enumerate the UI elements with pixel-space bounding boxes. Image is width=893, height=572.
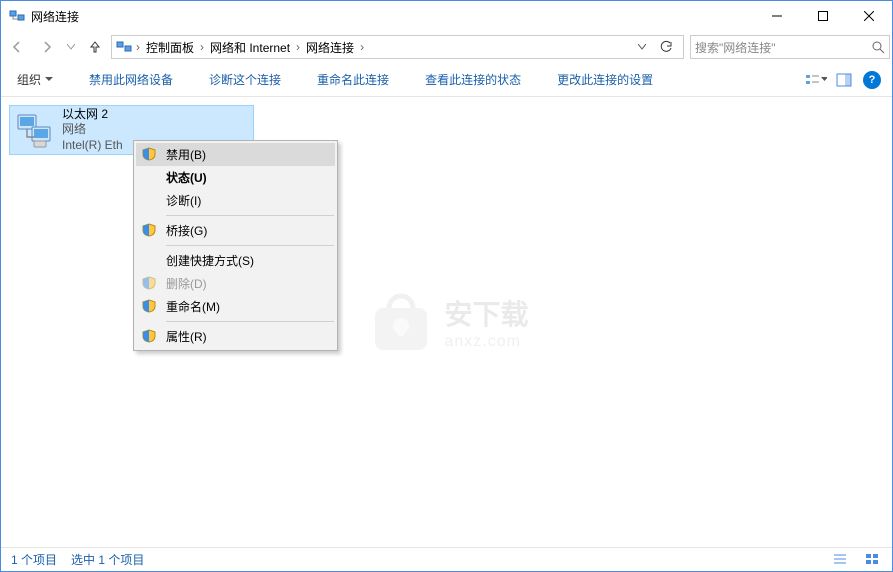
maximize-button[interactable] [800, 1, 846, 31]
forward-button[interactable] [33, 34, 61, 60]
ctx-shortcut[interactable]: 创建快捷方式(S) [136, 249, 335, 272]
view-status-button[interactable]: 查看此连接的状态 [417, 67, 529, 92]
window-title: 网络连接 [31, 8, 754, 25]
chevron-right-icon[interactable]: › [136, 40, 140, 54]
shield-icon [142, 299, 158, 315]
breadcrumb-3[interactable]: 网络连接 [304, 39, 356, 56]
location-icon [116, 39, 132, 55]
address-bar[interactable]: › 控制面板 › 网络和 Internet › 网络连接 › [111, 35, 684, 59]
back-button[interactable] [3, 34, 31, 60]
ctx-properties[interactable]: 属性(R) [136, 325, 335, 348]
change-settings-button[interactable]: 更改此连接的设置 [549, 67, 661, 92]
preview-pane-button[interactable] [832, 68, 856, 92]
breadcrumb-1[interactable]: 控制面板 [144, 39, 196, 56]
icons-view-button[interactable] [864, 553, 882, 567]
watermark: 安下载 anxz.com [364, 286, 528, 358]
selected-count: 选中 1 个项目 [71, 551, 144, 568]
separator [166, 321, 334, 322]
search-icon [871, 40, 885, 54]
adapter-icon [14, 109, 56, 151]
chevron-right-icon[interactable]: › [296, 40, 300, 54]
chevron-right-icon[interactable]: › [360, 40, 364, 54]
organize-button[interactable]: 组织 [9, 67, 61, 92]
titlebar: 网络连接 [1, 1, 892, 31]
item-count: 1 个项目 [11, 551, 57, 568]
disable-device-button[interactable]: 禁用此网络设备 [81, 67, 181, 92]
diagnose-button[interactable]: 诊断这个连接 [201, 67, 289, 92]
window-controls [754, 1, 892, 31]
ctx-bridge[interactable]: 桥接(G) [136, 219, 335, 242]
app-icon [9, 8, 25, 24]
status-bar: 1 个项目 选中 1 个项目 [1, 547, 892, 571]
address-dropdown[interactable] [631, 37, 653, 57]
history-dropdown[interactable] [63, 34, 79, 60]
close-button[interactable] [846, 1, 892, 31]
adapter-status: 网络 [62, 122, 123, 138]
refresh-button[interactable] [655, 37, 677, 57]
ctx-status[interactable]: 状态(U) [136, 166, 335, 189]
separator [166, 245, 334, 246]
adapter-info: 以太网 2 网络 Intel(R) Eth [62, 107, 123, 154]
shield-icon [142, 329, 158, 345]
ctx-rename[interactable]: 重命名(M) [136, 295, 335, 318]
ctx-delete: 删除(D) [136, 272, 335, 295]
shield-icon [142, 276, 158, 292]
minimize-button[interactable] [754, 1, 800, 31]
details-view-button[interactable] [832, 553, 850, 567]
shield-icon [142, 147, 158, 163]
context-menu: 禁用(B) 状态(U) 诊断(I) 桥接(G) 创建快捷方式(S) 删除(D) … [133, 140, 338, 351]
view-options-button[interactable] [804, 68, 828, 92]
search-input[interactable]: 搜索"网络连接" [690, 35, 890, 59]
toolbar: 组织 禁用此网络设备 诊断这个连接 重命名此连接 查看此连接的状态 更改此连接的… [1, 63, 892, 97]
adapter-name: 以太网 2 [62, 107, 123, 123]
help-button[interactable]: ? [860, 68, 884, 92]
chevron-right-icon[interactable]: › [200, 40, 204, 54]
adapter-device: Intel(R) Eth [62, 138, 123, 154]
ctx-diagnose[interactable]: 诊断(I) [136, 189, 335, 212]
up-button[interactable] [81, 34, 109, 60]
address-row: › 控制面板 › 网络和 Internet › 网络连接 › 搜索"网络连接" [1, 31, 892, 63]
shield-icon [142, 223, 158, 239]
separator [166, 215, 334, 216]
breadcrumb-2[interactable]: 网络和 Internet [208, 39, 292, 56]
search-placeholder: 搜索"网络连接" [695, 39, 871, 56]
rename-button[interactable]: 重命名此连接 [309, 67, 397, 92]
ctx-disable[interactable]: 禁用(B) [136, 143, 335, 166]
